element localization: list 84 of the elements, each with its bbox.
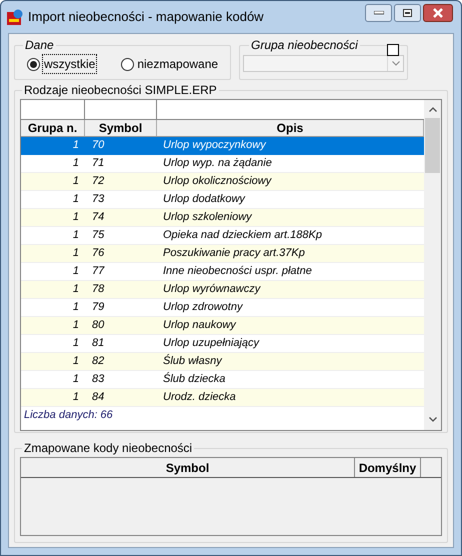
table-cell-text: Urlop zdrowotny (162, 300, 244, 316)
column-header[interactable]: Symbol (85, 120, 157, 136)
table-cell-text: Poszukiwanie pracy art.37Kp (162, 246, 306, 262)
table-row[interactable]: 1 76 Poszukiwanie pracy art.37Kp (21, 245, 424, 263)
table-cell-text: 1 (72, 282, 80, 298)
table-row[interactable]: 1 74 Urlop szkoleniowy (21, 209, 424, 227)
scrollbar[interactable] (424, 100, 441, 430)
table-cell-text: 74 (91, 210, 106, 226)
table-cell-text: 1 (72, 228, 80, 244)
table-cell-text: Urlop wyrównawczy (162, 282, 262, 298)
table-cell-text: 1 (72, 390, 80, 406)
close-icon (432, 8, 444, 18)
column-header[interactable]: Symbol (21, 458, 355, 477)
table-cell-text: Urlop naukowy (162, 318, 238, 334)
table-row[interactable]: 1 72 Urlop okolicznościowy (21, 173, 424, 191)
table-cell-text: Urodz. dziecka (162, 390, 237, 406)
table-row[interactable]: 1 80 Urlop naukowy (21, 317, 424, 335)
table-row[interactable]: 1 84 Urodz. dziecka (21, 389, 424, 407)
table-row[interactable]: 1 75 Opieka nad dzieckiem art.188Kp (21, 227, 424, 245)
maximize-icon (403, 9, 412, 17)
table-row[interactable]: 1 70 Urlop wypoczynkowy (21, 137, 424, 155)
table-cell-text: 75 (91, 228, 106, 244)
column-header[interactable]: Domyślny (355, 458, 421, 477)
table-cell-text: 72 (91, 174, 106, 190)
table-cell-text: Ślub własny (162, 353, 224, 370)
table-cell-text: 1 (72, 318, 80, 334)
radio-option[interactable]: niezmapowane (121, 54, 220, 74)
table-cell-text: 77 (91, 264, 106, 280)
minimize-button[interactable] (365, 4, 392, 22)
table-cell-text: 1 (72, 246, 80, 262)
checkbox[interactable] (387, 44, 399, 56)
group-label: Grupa nieobecności (251, 37, 358, 54)
table-cell-text: 84 (91, 390, 106, 406)
table-row[interactable]: 1 77 Inne nieobecności uspr. płatne (21, 263, 424, 281)
table-cell-text: 78 (91, 282, 106, 298)
table-row[interactable]: 1 73 Urlop dodatkowy (21, 191, 424, 209)
table-cell-text: 1 (72, 138, 80, 154)
maximize-button[interactable] (394, 4, 421, 22)
table-row[interactable]: 1 82 Ślub własny (21, 353, 424, 371)
table-cell-text: 1 (72, 192, 80, 208)
table-cell-text: Inne nieobecności uspr. płatne (162, 264, 313, 280)
table-cell-text: Urlop wypoczynkowy (162, 138, 268, 154)
table-cell-text: 1 (72, 354, 80, 370)
table-cell-text: Urlop okolicznościowy (162, 174, 273, 190)
chevron-down-icon (392, 61, 400, 66)
window-title: Import nieobecności - mapowanie kodów (28, 8, 265, 26)
table-cell-text: 76 (91, 246, 106, 262)
table-cell-text: 73 (91, 192, 106, 208)
group-label: Rodzaje nieobecności SIMPLE.ERP (23, 82, 218, 99)
table-cell-text: 70 (91, 138, 106, 154)
table-cell-text: Ślub dziecka (162, 371, 226, 388)
table-cell-text: Urlop wyp. na żądanie (162, 156, 273, 172)
group-label: Zmapowane kody nieobecności (23, 440, 194, 457)
table-cell-text: 71 (91, 156, 106, 172)
close-button[interactable] (423, 4, 453, 22)
table-cell-text: 79 (91, 300, 106, 316)
table-cell-text: 1 (72, 156, 80, 172)
table-cell-text: 1 (72, 336, 80, 352)
arrow-up-icon[interactable] (428, 107, 436, 112)
group-label: Dane (24, 37, 55, 54)
table-cell-text: 1 (72, 372, 80, 388)
table-cell-text: 80 (91, 318, 106, 334)
table-cell-text: Urlop uzupełniający (162, 336, 260, 352)
table-cell-text: 1 (72, 174, 80, 190)
table-row[interactable]: 1 78 Urlop wyrównawczy (21, 281, 424, 299)
app-icon (7, 9, 23, 25)
scrollbar-thumb[interactable] (425, 118, 440, 173)
table-cell-text: Urlop dodatkowy (162, 192, 246, 208)
table-row[interactable]: 1 79 Urlop zdrowotny (21, 299, 424, 317)
minimize-icon (374, 11, 384, 15)
column-header[interactable]: Grupa n. (21, 120, 85, 136)
table-row[interactable]: 1 83 Ślub dziecka (21, 371, 424, 389)
table-cell-text: 1 (72, 300, 80, 316)
table-cell-text: Urlop szkoleniowy (162, 210, 253, 226)
table-row[interactable]: 1 71 Urlop wyp. na żądanie (21, 155, 424, 173)
table-cell-text: Opieka nad dzieckiem art.188Kp (162, 228, 323, 244)
table-cell-text: 82 (91, 354, 106, 370)
table-cell-text: 1 (72, 210, 80, 226)
table-cell-text: 81 (91, 336, 106, 352)
table-row[interactable]: 1 81 Urlop uzupełniający (21, 335, 424, 353)
table-cell-text: 1 (72, 264, 80, 280)
arrow-down-icon[interactable] (428, 416, 436, 422)
table-cell-text: 83 (91, 372, 106, 388)
record-count: Liczba danych: 66 (23, 408, 114, 423)
